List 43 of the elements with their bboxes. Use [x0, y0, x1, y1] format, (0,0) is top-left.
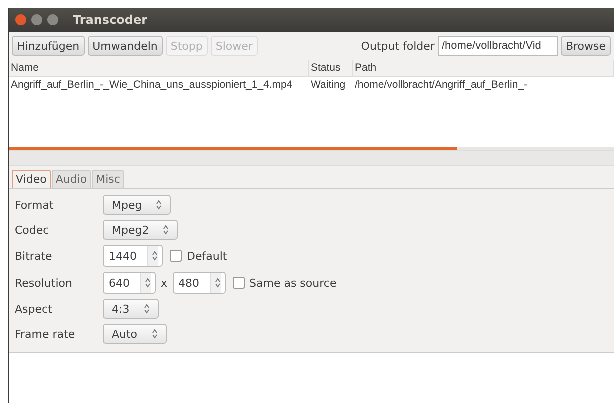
close-icon[interactable] [15, 14, 27, 26]
checkbox-label: Same as source [250, 276, 337, 290]
table-cell-text: /home/vollbracht/Angriff_auf_Berlin_- [354, 78, 529, 93]
output-folder-label: Output folder [361, 40, 435, 52]
spin-field[interactable]: 480 [172, 272, 226, 294]
tab[interactable]: Misc [92, 170, 124, 188]
column-header[interactable]: Name [9, 60, 309, 76]
setting-label: Aspect [15, 302, 52, 316]
times-sign: x [161, 276, 168, 290]
toolbar-button[interactable]: Hinzufügen [12, 36, 85, 56]
column-header[interactable]: Status [309, 60, 353, 76]
spin-arrows-icon [156, 200, 162, 210]
spin-arrows-icon [144, 304, 150, 314]
spin-arrows-icon [152, 329, 158, 339]
setting-label: Format [15, 198, 54, 212]
checkbox[interactable] [170, 250, 182, 262]
tab[interactable]: Video [12, 170, 51, 188]
spin-arrows-icon [163, 225, 170, 235]
checkbox[interactable] [232, 277, 245, 289]
browse-button[interactable]: Browse [560, 36, 611, 56]
output-folder-field[interactable]: /home/vollbracht/Vid [438, 36, 558, 56]
minimize-icon[interactable] [31, 14, 43, 26]
spin-arrows-icon [214, 278, 221, 288]
dropdown[interactable]: Mpeg [103, 195, 172, 215]
table-cell-text: Angriff_auf_Berlin_-_Wie_China_uns_ausspioniert_1_4.mp4 [10, 78, 294, 93]
checkbox-label: Default [187, 250, 228, 262]
dropdown[interactable]: Mpeg2 [103, 220, 178, 240]
spin-arrows-icon [152, 251, 158, 261]
toolbar-button[interactable]: Umwandeln [88, 36, 163, 56]
tab[interactable]: Audio [52, 170, 92, 188]
setting-label: Frame rate [15, 328, 76, 340]
setting-label: Bitrate [15, 250, 52, 262]
spin-field[interactable]: 640 [103, 272, 156, 294]
dropdown[interactable]: Auto [103, 324, 167, 344]
window-title: Transcoder [73, 13, 148, 27]
dropdown[interactable]: 4:3 [103, 299, 159, 319]
table-cell-text: Waiting [310, 78, 347, 93]
spin-field[interactable]: 1440 [103, 245, 163, 267]
setting-label: Codec [15, 224, 50, 236]
maximize-icon[interactable] [47, 14, 59, 26]
column-header[interactable]: Path [353, 60, 614, 76]
setting-label: Resolution [15, 276, 72, 290]
spin-arrows-icon [145, 278, 151, 288]
